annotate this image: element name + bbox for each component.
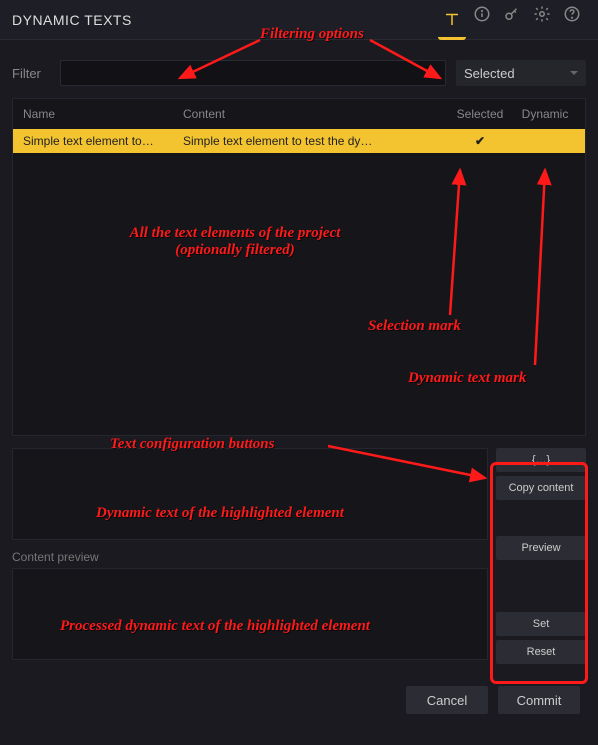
dynamic-text-editor[interactable] — [12, 448, 488, 540]
filter-dropdown-value: Selected — [464, 66, 515, 81]
header-content[interactable]: Content — [183, 107, 445, 121]
commit-button[interactable]: Commit — [498, 686, 580, 714]
copy-content-button[interactable]: Copy content — [496, 476, 586, 500]
text-elements-table: Name Content Selected Dynamic Simple tex… — [12, 98, 586, 436]
key-icon[interactable] — [498, 0, 526, 28]
preview-button[interactable]: Preview — [496, 536, 586, 560]
info-icon[interactable] — [468, 0, 496, 28]
cancel-button[interactable]: Cancel — [406, 686, 488, 714]
filter-label: Filter — [12, 66, 50, 81]
row-name: Simple text element to… — [23, 134, 183, 148]
titlebar: DYNAMIC TEXTS — [0, 0, 598, 40]
filter-dropdown[interactable]: Selected — [456, 60, 586, 86]
text-icon[interactable] — [438, 2, 466, 40]
header-name[interactable]: Name — [23, 107, 183, 121]
editor-section: Content preview {…} Copy content Preview… — [12, 448, 586, 664]
reset-button[interactable]: Reset — [496, 640, 586, 664]
chevron-down-icon — [570, 71, 578, 75]
header-dynamic[interactable]: Dynamic — [515, 107, 575, 121]
header-selected[interactable]: Selected — [445, 107, 515, 121]
row-content: Simple text element to test the dy… — [183, 134, 445, 148]
braces-button[interactable]: {…} — [496, 448, 586, 472]
table-header: Name Content Selected Dynamic — [13, 99, 585, 129]
set-button[interactable]: Set — [496, 612, 586, 636]
side-buttons: {…} Copy content Preview Set Reset — [496, 448, 586, 664]
gear-icon[interactable] — [528, 0, 556, 28]
content-preview-box — [12, 568, 488, 660]
table-row[interactable]: Simple text element to… Simple text elem… — [13, 129, 585, 153]
content-preview-label: Content preview — [12, 550, 488, 564]
filter-row: Filter Selected — [0, 40, 598, 98]
help-icon[interactable] — [558, 0, 586, 28]
row-selected-mark: ✔ — [445, 134, 515, 148]
editor-left: Content preview — [12, 448, 488, 664]
footer: Cancel Commit — [0, 676, 598, 724]
filter-input[interactable] — [60, 60, 446, 86]
window-title: DYNAMIC TEXTS — [12, 12, 438, 28]
titlebar-icons — [438, 0, 586, 40]
